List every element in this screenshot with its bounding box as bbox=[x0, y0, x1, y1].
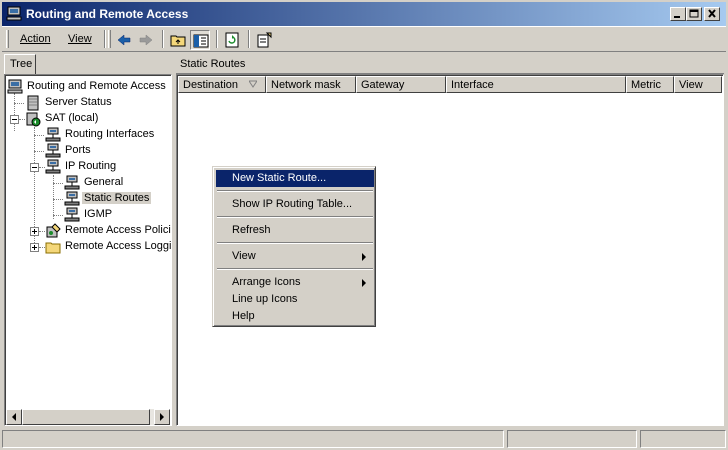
maximize-icon bbox=[689, 9, 699, 18]
refresh-icon bbox=[225, 32, 239, 48]
ports-icon bbox=[45, 143, 61, 158]
tree-item-sat-local[interactable]: SAT (local) bbox=[25, 111, 171, 127]
submenu-arrow-icon bbox=[362, 253, 366, 261]
toolbar-separator bbox=[162, 30, 164, 48]
column-header-network-mask[interactable]: Network mask bbox=[266, 76, 356, 93]
expand-remote-access-logging-expander[interactable] bbox=[30, 243, 39, 252]
show-hide-tree-icon bbox=[193, 34, 209, 48]
routing-app-icon[interactable] bbox=[6, 6, 22, 22]
menu-separator bbox=[217, 216, 373, 218]
scroll-left-arrow-icon bbox=[12, 413, 16, 421]
status-panel-secondary bbox=[507, 430, 637, 448]
server-status-icon bbox=[27, 95, 39, 111]
ip-routing-icon bbox=[45, 159, 61, 174]
up-one-level-button[interactable] bbox=[168, 30, 188, 50]
menu-separator bbox=[217, 268, 373, 270]
general-icon bbox=[64, 175, 80, 190]
properties-button[interactable] bbox=[254, 30, 274, 50]
menu-item-arrange-icons[interactable]: Arrange Icons bbox=[216, 274, 374, 291]
close-icon bbox=[708, 9, 716, 18]
tree-connector bbox=[53, 199, 63, 200]
maximize-button[interactable] bbox=[686, 7, 702, 21]
status-bar bbox=[0, 428, 728, 450]
up-folder-icon bbox=[170, 35, 186, 47]
policies-icon bbox=[46, 223, 61, 238]
collapse-ip-routing-expander[interactable] bbox=[30, 163, 39, 172]
toolbar-separator bbox=[248, 30, 250, 48]
menu-item-refresh[interactable]: Refresh bbox=[216, 222, 374, 239]
refresh-button[interactable] bbox=[222, 30, 242, 50]
minimize-button[interactable] bbox=[670, 7, 686, 21]
scroll-thumb[interactable] bbox=[22, 409, 150, 425]
tree-item-general[interactable]: General bbox=[64, 175, 171, 191]
igmp-icon bbox=[64, 207, 80, 222]
tree-item-igmp[interactable]: IGMP bbox=[64, 207, 171, 223]
column-header-interface[interactable]: Interface bbox=[446, 76, 626, 93]
scroll-left-button[interactable] bbox=[6, 409, 22, 425]
tree-item-remote-access-logging[interactable]: Remote Access Logging bbox=[45, 239, 171, 255]
back-arrow-icon bbox=[117, 34, 131, 46]
toolbar-grip[interactable] bbox=[6, 30, 9, 48]
forward-arrow-icon bbox=[139, 34, 153, 46]
tree-connector bbox=[34, 135, 44, 136]
properties-icon bbox=[257, 32, 272, 48]
toolbar-separator bbox=[216, 30, 218, 48]
close-button[interactable] bbox=[704, 7, 720, 21]
context-menu: New Static Route... Show IP Routing Tabl… bbox=[212, 166, 376, 327]
server-computer-icon bbox=[7, 79, 23, 94]
tree-connector bbox=[53, 175, 54, 219]
sort-descending-icon bbox=[249, 80, 257, 88]
tree-item-server-status[interactable]: Server Status bbox=[25, 95, 171, 111]
window-title: Routing and Remote Access bbox=[26, 7, 189, 21]
tree-item-routing-and-remote-access[interactable]: Routing and Remote Access bbox=[7, 79, 171, 95]
menu-item-view[interactable]: View bbox=[216, 248, 374, 265]
status-panel-main bbox=[2, 430, 504, 448]
menu-item-new-static-route[interactable]: New Static Route... bbox=[216, 170, 374, 187]
tree-connector bbox=[14, 93, 15, 131]
tree-item-routing-interfaces[interactable]: Routing Interfaces bbox=[45, 127, 171, 143]
status-panel-tertiary bbox=[640, 430, 726, 448]
menu-item-help[interactable]: Help bbox=[216, 308, 374, 325]
tree-pane[interactable]: Routing and Remote Access Server Status … bbox=[4, 74, 172, 426]
tree-horizontal-scrollbar[interactable] bbox=[6, 409, 170, 425]
column-header-destination[interactable]: Destination bbox=[178, 76, 266, 93]
static-routes-icon bbox=[64, 191, 80, 206]
menu-item-show-ip-routing-table[interactable]: Show IP Routing Table... bbox=[216, 196, 374, 213]
column-header-view[interactable]: View bbox=[674, 76, 722, 93]
collapse-sat-expander[interactable] bbox=[10, 115, 19, 124]
show-hide-tree-button[interactable] bbox=[190, 30, 210, 50]
toolbar: Action View bbox=[2, 26, 726, 52]
toolbar-grip[interactable] bbox=[108, 30, 111, 48]
folder-icon bbox=[45, 242, 61, 254]
tree-connector bbox=[53, 183, 63, 184]
toolbar-separator bbox=[104, 30, 106, 48]
server-running-icon bbox=[26, 112, 41, 127]
menu-action[interactable]: Action bbox=[20, 33, 51, 45]
tree-connector bbox=[53, 215, 63, 216]
menu-item-line-up-icons[interactable]: Line up Icons bbox=[216, 291, 374, 308]
tree-connector bbox=[34, 151, 44, 152]
forward-button[interactable] bbox=[136, 30, 156, 50]
details-pane-title: Static Routes bbox=[176, 54, 724, 74]
tree-item-remote-access-policies[interactable]: Remote Access Policies bbox=[45, 223, 171, 239]
column-header-gateway[interactable]: Gateway bbox=[356, 76, 446, 93]
scroll-right-arrow-icon bbox=[160, 413, 164, 421]
tree-item-ip-routing[interactable]: IP Routing bbox=[45, 159, 171, 175]
back-button[interactable] bbox=[114, 30, 134, 50]
menu-separator bbox=[217, 242, 373, 244]
column-header-metric[interactable]: Metric bbox=[626, 76, 674, 93]
tree-item-static-routes[interactable]: Static Routes bbox=[64, 191, 171, 207]
tree-item-ports[interactable]: Ports bbox=[45, 143, 171, 159]
menu-view[interactable]: View bbox=[68, 33, 92, 45]
submenu-arrow-icon bbox=[362, 279, 366, 287]
menu-separator bbox=[217, 190, 373, 192]
network-interface-icon bbox=[45, 127, 61, 142]
expand-remote-access-policies-expander[interactable] bbox=[30, 227, 39, 236]
tree-connector bbox=[14, 103, 24, 104]
scroll-right-button[interactable] bbox=[154, 409, 170, 425]
tab-tree[interactable]: Tree bbox=[4, 54, 36, 74]
title-bar[interactable]: Routing and Remote Access bbox=[0, 0, 728, 28]
minimize-icon bbox=[674, 16, 680, 18]
